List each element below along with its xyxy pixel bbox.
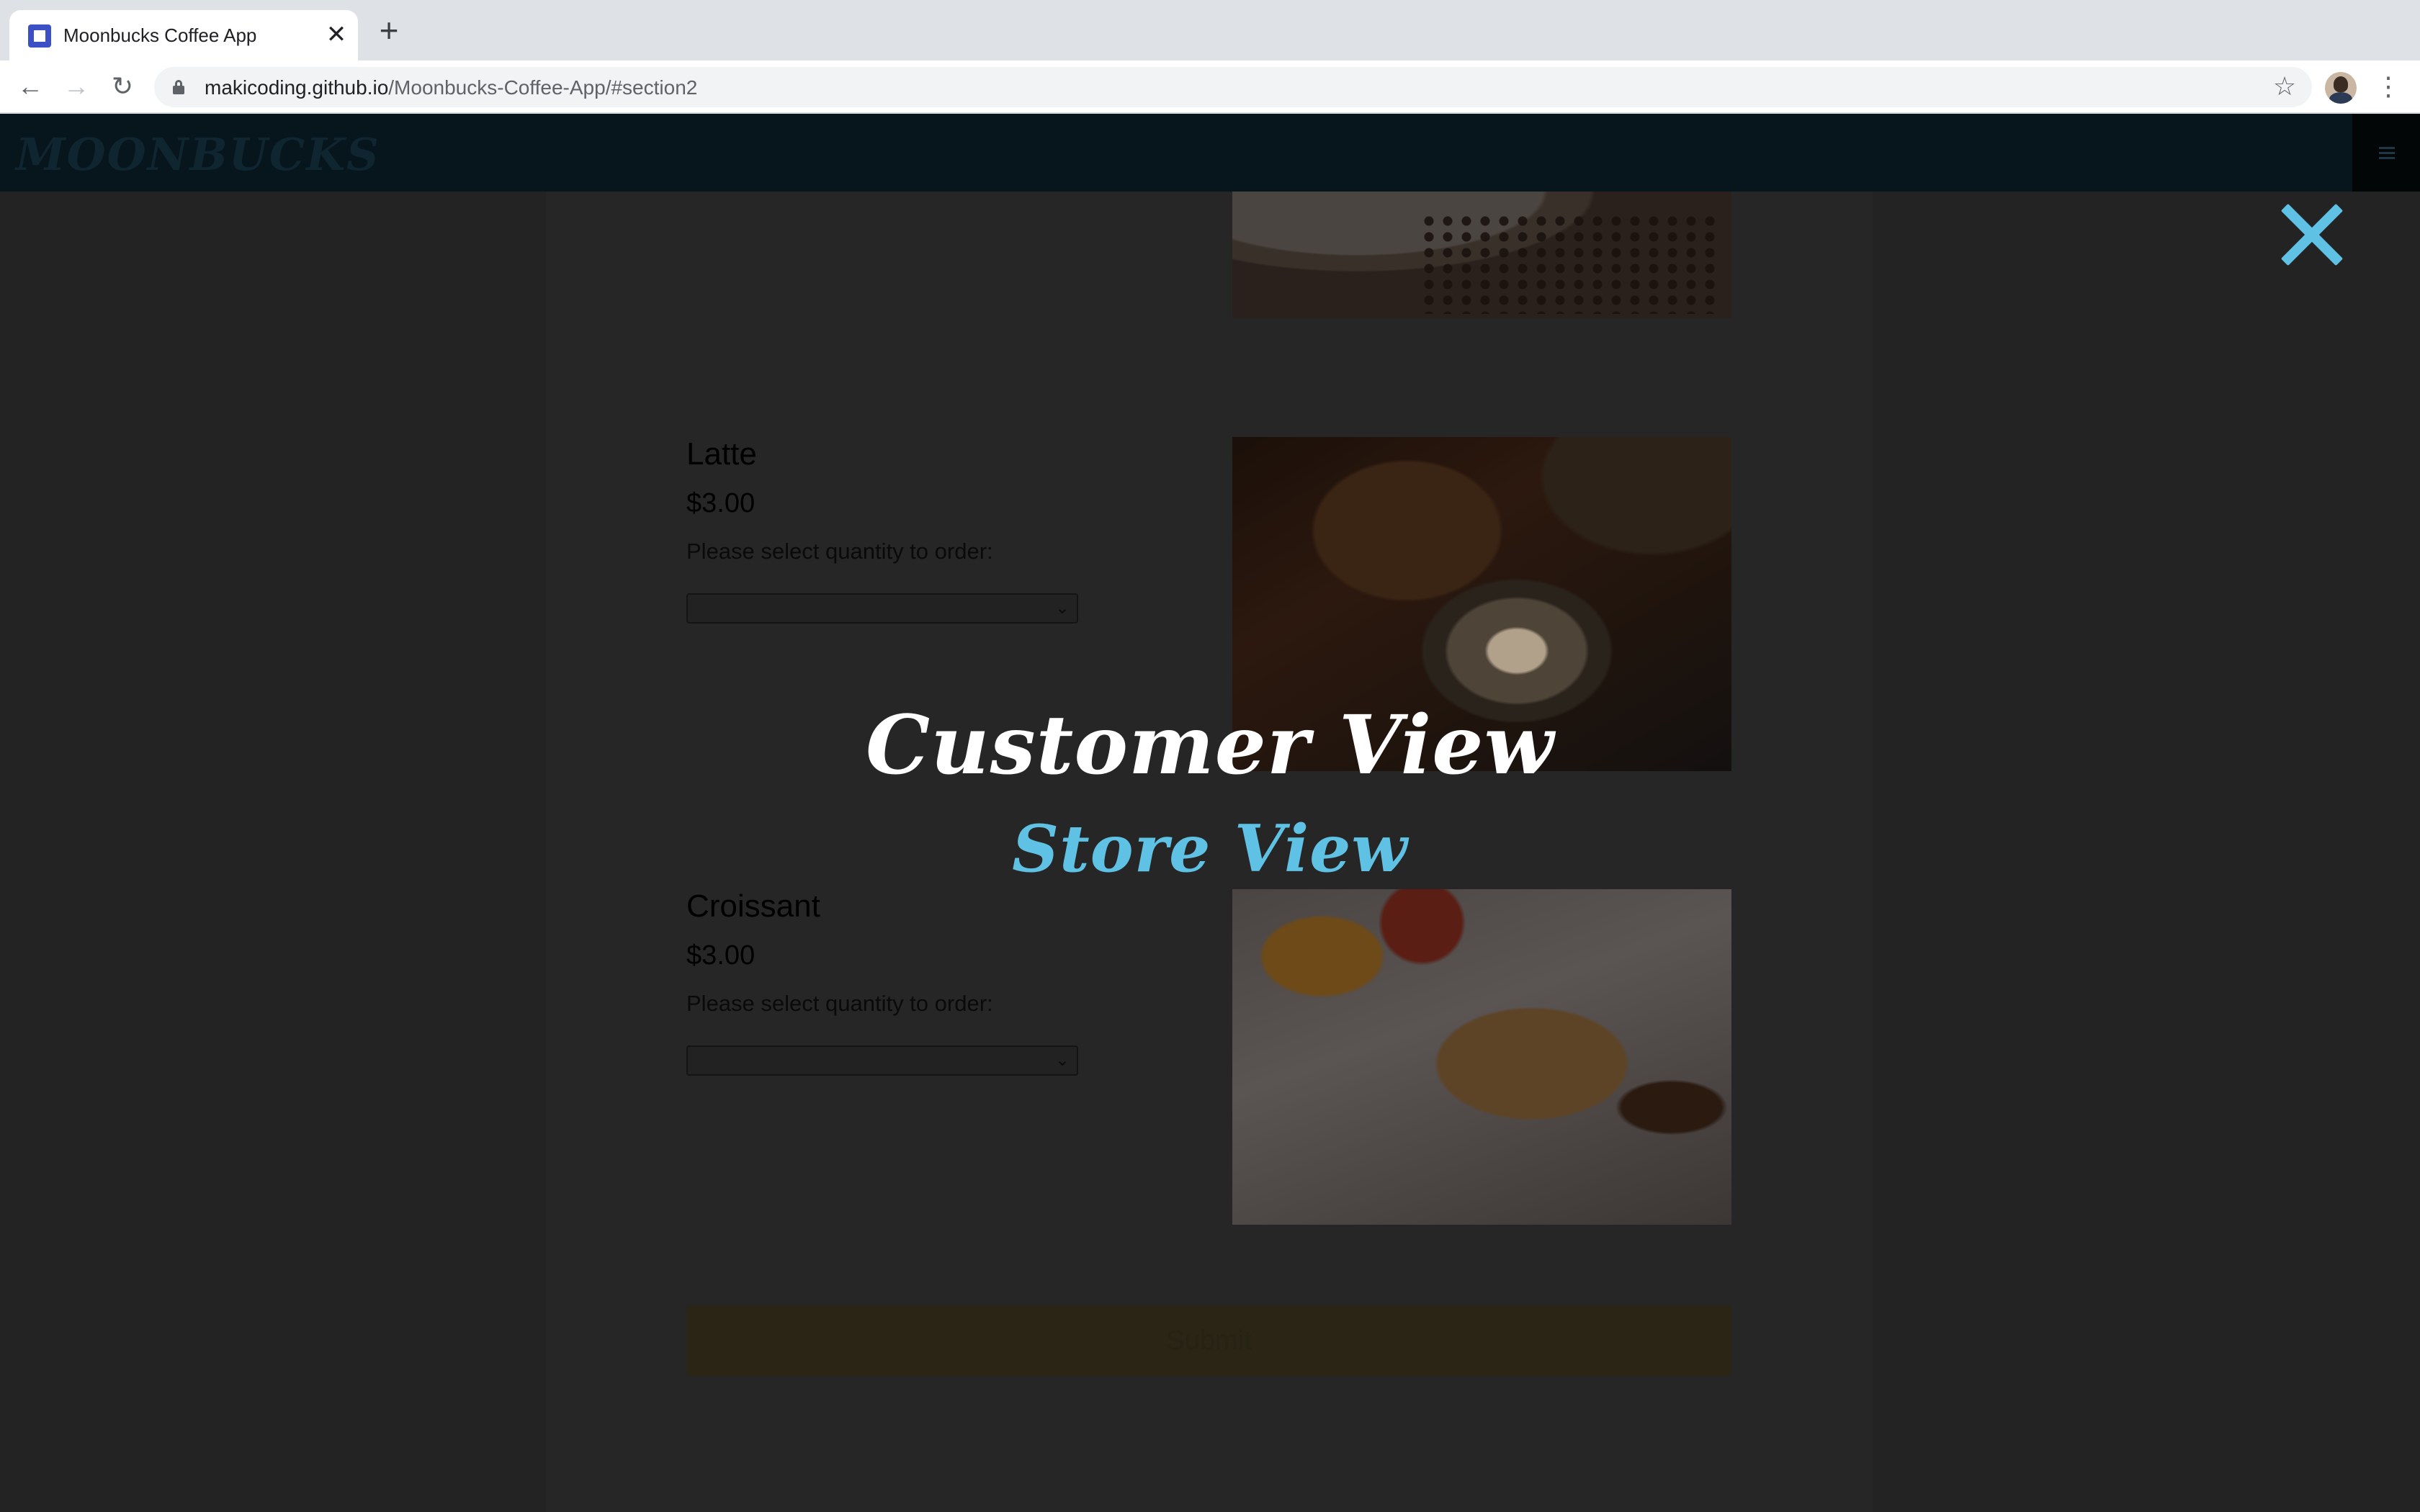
back-arrow-icon[interactable]: ← [14,71,46,102]
site-navbar: MOONBUCKS [0,114,2420,192]
url-text[interactable]: makicoding.github.io/Moonbucks-Coffee-Ap… [205,76,697,99]
croissant-image [1232,889,1731,1225]
item-price: $3.00 [686,488,756,518]
forward-arrow-icon[interactable]: → [60,71,92,102]
url-host: makicoding.github.io [205,76,389,99]
new-tab-button[interactable]: + [375,14,403,47]
hamburger-icon[interactable] [2352,114,2420,192]
browser-toolbar: ← → ↻ makicoding.github.io/Moonbucks-Cof… [0,60,2420,114]
coffee-beans-image [1232,192,1731,318]
address-bar[interactable]: makicoding.github.io/Moonbucks-Coffee-Ap… [154,67,2312,107]
quantity-select[interactable]: ⌄ [686,1045,1078,1076]
quantity-prompt: Please select quantity to order: [686,991,993,1016]
browser-tab[interactable]: Moonbucks Coffee App ✕ [9,10,358,60]
tab-close-icon[interactable]: ✕ [322,20,351,49]
item-name: Croissant [686,888,820,924]
quantity-select[interactable]: ⌄ [686,593,1078,624]
customer-view-link[interactable]: Customer View [0,698,2420,793]
browser-tab-bar: Moonbucks Coffee App ✕ + [0,0,2420,60]
chevron-down-icon: ⌄ [1054,598,1070,618]
submit-button[interactable]: Submit [686,1305,1731,1376]
chevron-down-icon: ⌄ [1054,1050,1070,1070]
reload-icon[interactable]: ↻ [107,71,138,102]
close-icon[interactable] [2276,199,2348,271]
star-icon[interactable]: ☆ [2269,71,2300,102]
avatar[interactable] [2325,72,2357,104]
item-name: Latte [686,436,757,472]
item-price: $3.00 [686,940,756,971]
tab-title: Moonbucks Coffee App [63,24,257,46]
url-path: /Moonbucks-Coffee-App/#section2 [388,76,698,99]
browser-menu-icon[interactable]: ⋮ [2374,71,2403,102]
lock-icon[interactable] [173,80,184,94]
square-favicon-icon [28,24,51,48]
store-view-link[interactable]: Store View [0,811,2420,887]
quantity-prompt: Please select quantity to order: [686,539,993,564]
site-logo[interactable]: MOONBUCKS [16,128,380,181]
